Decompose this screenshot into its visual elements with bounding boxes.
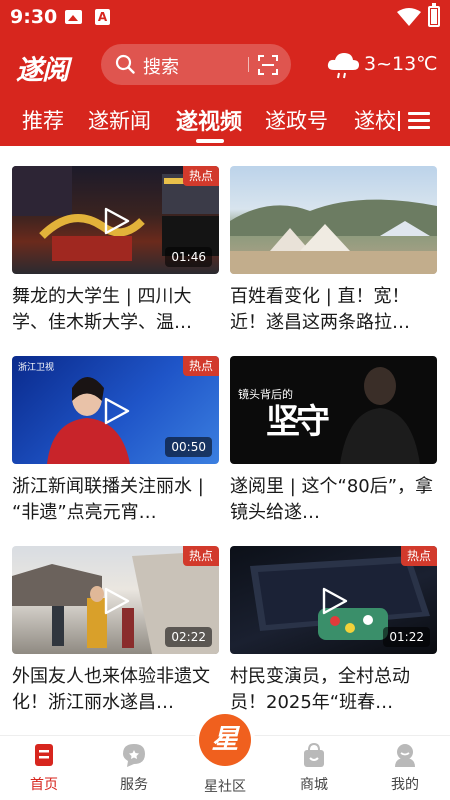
video-duration: 01:46 [165, 247, 212, 267]
cloud-rain-icon [327, 53, 359, 79]
video-title[interactable]: 百姓看变化 | 直！宽！近！遂昌这两条路拉… [230, 284, 437, 336]
app-header: 9:30 A 遂阅 搜索 3~13℃ 推荐 遂新闻 遂视频 遂政号 遂校 [0, 0, 450, 146]
nav-label: 首页 [30, 777, 58, 793]
play-icon[interactable] [320, 587, 348, 615]
video-card[interactable]: 浙江卫视 热点 00:50 浙江新闻联播关注丽水 | “非遗”点亮元宵… [12, 356, 219, 526]
profile-icon [395, 744, 415, 767]
status-bar: 9:30 A [0, 0, 450, 34]
status-time: 9:30 [10, 6, 58, 28]
gallery-notification-icon [65, 10, 82, 24]
news-channel-logo: 浙江卫视 [18, 363, 55, 373]
tab-sui-gov[interactable]: 遂政号 [265, 105, 328, 135]
search-bar[interactable]: 搜索 [101, 44, 291, 85]
tab-recommend[interactable]: 推荐 [22, 105, 64, 135]
video-thumbnail[interactable]: 热点 01:22 [230, 546, 437, 654]
thumbnail-big-text: 坚守 [266, 402, 330, 442]
play-icon[interactable] [102, 587, 130, 615]
menu-icon[interactable] [408, 112, 430, 130]
video-title[interactable]: 外国友人也来体验非遗文化！浙江丽水遂昌… [12, 664, 219, 716]
thumbnail-scene [230, 199, 437, 274]
search-icon [115, 54, 135, 74]
video-title[interactable]: 舞龙的大学生 | 四川大学、佳木斯大学、温… [12, 284, 219, 336]
app-logo[interactable]: 遂阅 [16, 48, 69, 87]
home-icon [35, 744, 53, 766]
nav-label: 商城 [300, 777, 328, 793]
play-icon[interactable] [102, 207, 130, 235]
hot-badge: 热点 [401, 546, 437, 566]
video-card[interactable]: 热点 01:22 村民变演员，全村总动员！2025年“班春… [230, 546, 437, 716]
active-tab-indicator [196, 139, 224, 143]
scan-icon[interactable] [257, 54, 279, 76]
play-icon[interactable] [102, 397, 130, 425]
tab-sui-school[interactable]: 遂校 [354, 105, 396, 135]
video-duration: 00:50 [165, 437, 212, 457]
video-thumbnail[interactable]: 镜头背后的 坚守 [230, 356, 437, 464]
hot-badge: 热点 [183, 166, 219, 186]
hot-badge: 热点 [183, 356, 219, 376]
search-placeholder: 搜索 [143, 57, 179, 78]
nav-label: 我的 [391, 777, 419, 793]
nav-item-service[interactable]: 服务 [99, 736, 169, 800]
video-thumbnail[interactable]: 浙江卫视 热点 00:50 [12, 356, 219, 464]
shop-bag-icon [304, 742, 324, 767]
video-thumbnail[interactable]: 热点 01:46 [12, 166, 219, 274]
app-notification-icon: A [95, 9, 110, 25]
wifi-icon [397, 8, 421, 26]
nav-item-home[interactable]: 首页 [9, 736, 79, 800]
star-community-button[interactable]: 星 [195, 710, 255, 770]
nav-item-shop[interactable]: 商城 [279, 736, 349, 800]
video-title[interactable]: 遂阅里 | 这个“80后”，拿镜头给遂… [230, 474, 437, 526]
tab-sui-video[interactable]: 遂视频 [176, 104, 242, 136]
video-title[interactable]: 村民变演员，全村总动员！2025年“班春… [230, 664, 437, 716]
weather-temperature[interactable]: 3~13℃ [364, 53, 438, 75]
video-card[interactable]: 镜头背后的 坚守 遂阅里 | 这个“80后”，拿镜头给遂… [230, 356, 437, 526]
hot-badge: 热点 [183, 546, 219, 566]
video-duration: 01:22 [383, 627, 430, 647]
battery-icon [428, 3, 440, 27]
tab-sui-news[interactable]: 遂新闻 [88, 105, 151, 135]
video-card[interactable]: 热点 01:46 舞龙的大学生 | 四川大学、佳木斯大学、温… [12, 166, 219, 336]
nav-label: 服务 [120, 777, 148, 793]
video-card[interactable]: 热点 02:22 外国友人也来体验非遗文化！浙江丽水遂昌… [12, 546, 219, 716]
video-card[interactable]: 百姓看变化 | 直！宽！近！遂昌这两条路拉… [230, 166, 437, 336]
search-divider [248, 57, 249, 72]
video-title[interactable]: 浙江新闻联播关注丽水 | “非遗”点亮元宵… [12, 474, 219, 526]
star-community-icon: 星 [199, 714, 251, 766]
nav-label: 星社区 [204, 779, 246, 795]
video-thumbnail[interactable]: 热点 02:22 [12, 546, 219, 654]
video-thumbnail[interactable] [230, 166, 437, 274]
thumbnail-scene [340, 367, 420, 464]
nav-item-profile[interactable]: 我的 [370, 736, 440, 800]
tabs-divider [398, 111, 400, 131]
video-duration: 02:22 [165, 627, 212, 647]
channel-tabs: 推荐 遂新闻 遂视频 遂政号 遂校 [0, 100, 450, 146]
service-icon [123, 744, 145, 767]
